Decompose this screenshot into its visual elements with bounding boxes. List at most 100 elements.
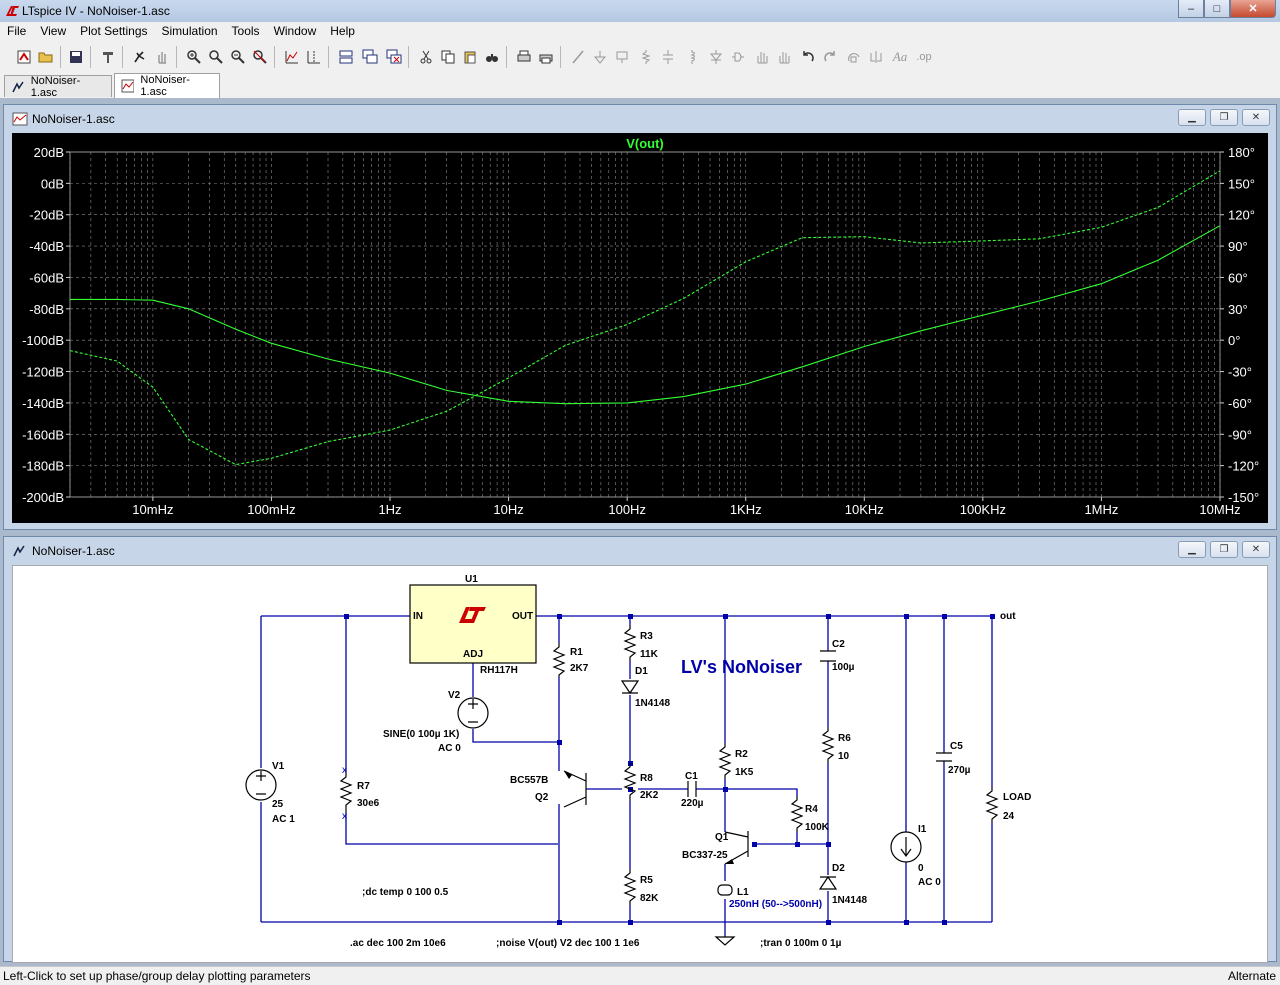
undo-icon[interactable] [798, 47, 818, 67]
tab-plot-1[interactable]: NoNoiser-1.asc [114, 73, 220, 98]
waveform-icon [12, 112, 28, 126]
menu-simulation[interactable]: Simulation [155, 22, 225, 42]
x-tick-label: 1KHz [730, 502, 762, 517]
ground-icon[interactable] [590, 47, 610, 67]
paste-icon[interactable] [460, 47, 480, 67]
find-icon[interactable] [482, 47, 502, 67]
copy-icon[interactable] [438, 47, 458, 67]
halt-hand-icon[interactable] [152, 47, 172, 67]
pan-icon[interactable] [206, 47, 226, 67]
move-hand-icon[interactable] [752, 47, 772, 67]
zoom-out-icon[interactable] [228, 47, 248, 67]
close-button[interactable]: ✕ [1230, 0, 1276, 18]
close-all-icon[interactable] [384, 47, 404, 67]
u1-pin-out: OUT [512, 611, 533, 622]
c1-value: 220µ [681, 798, 704, 809]
directive-tran: ;tran 0 100m 0 1µ [760, 938, 842, 949]
c5-ref: C5 [950, 741, 963, 752]
run-icon[interactable] [130, 47, 150, 67]
bode-plot-chart[interactable]: 20dB 0dB -20dB -40dB -60dB -80dB -100dB -120dB -… [12, 133, 1268, 523]
print-icon[interactable] [536, 47, 556, 67]
autorange-icon[interactable] [282, 47, 302, 67]
new-schematic-icon[interactable] [14, 47, 34, 67]
y-tick-label: -200dB [22, 490, 64, 505]
save-icon[interactable] [66, 47, 86, 67]
r4-ref: R4 [805, 804, 818, 815]
c2-ref: C2 [832, 639, 845, 650]
status-message: Left-Click to set up phase/group delay p… [3, 969, 311, 983]
cascade-icon[interactable] [360, 47, 380, 67]
plot-minimize-button[interactable]: ▁ [1178, 109, 1206, 126]
phase-trace [69, 170, 1221, 466]
schematic-restore-button[interactable]: ❐ [1210, 541, 1238, 558]
schematic-minimize-button[interactable]: ▁ [1178, 541, 1206, 558]
rotate-icon[interactable] [844, 47, 864, 67]
schematic-drawing[interactable]: x x U1 IN OUT ADJ RH117H V2 SINE(0 100µ … [13, 566, 1267, 962]
resistor-icon[interactable] [636, 47, 656, 67]
open-folder-icon[interactable] [36, 47, 56, 67]
v2-ac: AC 0 [438, 743, 461, 754]
mirror-icon[interactable] [866, 47, 886, 67]
net-out-label: out [1000, 611, 1016, 622]
control-panel-icon[interactable] [98, 47, 118, 67]
r1-value: 2K7 [570, 663, 589, 674]
drag-hand-icon[interactable] [774, 47, 794, 67]
spice-directive-icon[interactable]: .op [914, 47, 934, 67]
load-ref: LOAD [1003, 792, 1031, 803]
capacitor-icon[interactable] [658, 47, 678, 67]
plot-window-title: NoNoiser-1.asc [32, 112, 115, 126]
c5-value: 270µ [948, 765, 971, 776]
zoom-in-icon[interactable] [184, 47, 204, 67]
zoom-fit-icon[interactable] [250, 47, 270, 67]
tile-horizontal-icon[interactable] [336, 47, 356, 67]
u1-pin-adj: ADJ [463, 649, 483, 660]
schematic-canvas[interactable]: x x U1 IN OUT ADJ RH117H V2 SINE(0 100µ … [12, 565, 1268, 963]
menu-window[interactable]: Window [267, 22, 324, 42]
waveform-plot[interactable]: 20dB 0dB -20dB -40dB -60dB -80dB -100dB -120dB -… [12, 133, 1268, 523]
r1-ref: R1 [570, 647, 583, 658]
label-net-icon[interactable] [612, 47, 632, 67]
x-tick-label: 10KHz [845, 502, 884, 517]
r6-ref: R6 [838, 733, 851, 744]
x-tick-label: 10Hz [493, 502, 523, 517]
y2-tick-label: -90° [1228, 427, 1252, 442]
schematic-window-title: NoNoiser-1.asc [32, 544, 115, 558]
component-icon[interactable] [728, 47, 748, 67]
menu-plot-settings[interactable]: Plot Settings [73, 22, 154, 42]
diode-icon[interactable] [706, 47, 726, 67]
i1-ref: I1 [918, 824, 927, 835]
q2-ref: Q2 [535, 792, 549, 803]
y-tick-label: -180dB [22, 459, 64, 474]
menu-view[interactable]: View [33, 22, 73, 42]
y2-tick-label: 90° [1228, 239, 1248, 254]
maximize-button[interactable]: □ [1204, 0, 1230, 18]
c2-value: 100µ [832, 662, 855, 673]
trace-title: V(out) [626, 136, 664, 151]
status-bar: Left-Click to set up phase/group delay p… [0, 966, 1280, 985]
u1-pin-in: IN [413, 611, 423, 622]
inductor-icon[interactable] [682, 47, 702, 67]
cut-icon[interactable] [416, 47, 436, 67]
menu-tools[interactable]: Tools [225, 22, 267, 42]
menu-file[interactable]: File [0, 22, 33, 42]
x-tick-label: 10mHz [132, 502, 173, 517]
q2-part: BC557B [510, 775, 548, 786]
schematic-close-button[interactable]: ✕ [1242, 541, 1270, 558]
minimize-button[interactable]: – [1178, 0, 1204, 18]
text-icon[interactable]: Aa [890, 47, 910, 67]
plot-restore-button[interactable]: ❐ [1210, 109, 1238, 126]
cursor-icon[interactable] [304, 47, 324, 67]
print-setup-icon[interactable] [514, 47, 534, 67]
plot-close-button[interactable]: ✕ [1242, 109, 1270, 126]
plot-frame [69, 151, 1221, 498]
r3-value: 11K [640, 649, 659, 660]
status-mode: Alternate [1227, 969, 1276, 983]
tab-schematic-1[interactable]: NoNoiser-1.asc [4, 75, 112, 99]
menu-help[interactable]: Help [323, 22, 362, 42]
d2-ref: D2 [832, 863, 845, 874]
redo-icon[interactable] [820, 47, 840, 67]
wire-icon[interactable] [568, 47, 588, 67]
load-value: 24 [1003, 811, 1015, 822]
title-bar: LTspice IV - NoNoiser-1.asc – □ ✕ [0, 0, 1280, 22]
plot-window: NoNoiser-1.asc ▁ ❐ ✕ 20dB 0dB -20dB -40dB -6… [3, 104, 1277, 530]
